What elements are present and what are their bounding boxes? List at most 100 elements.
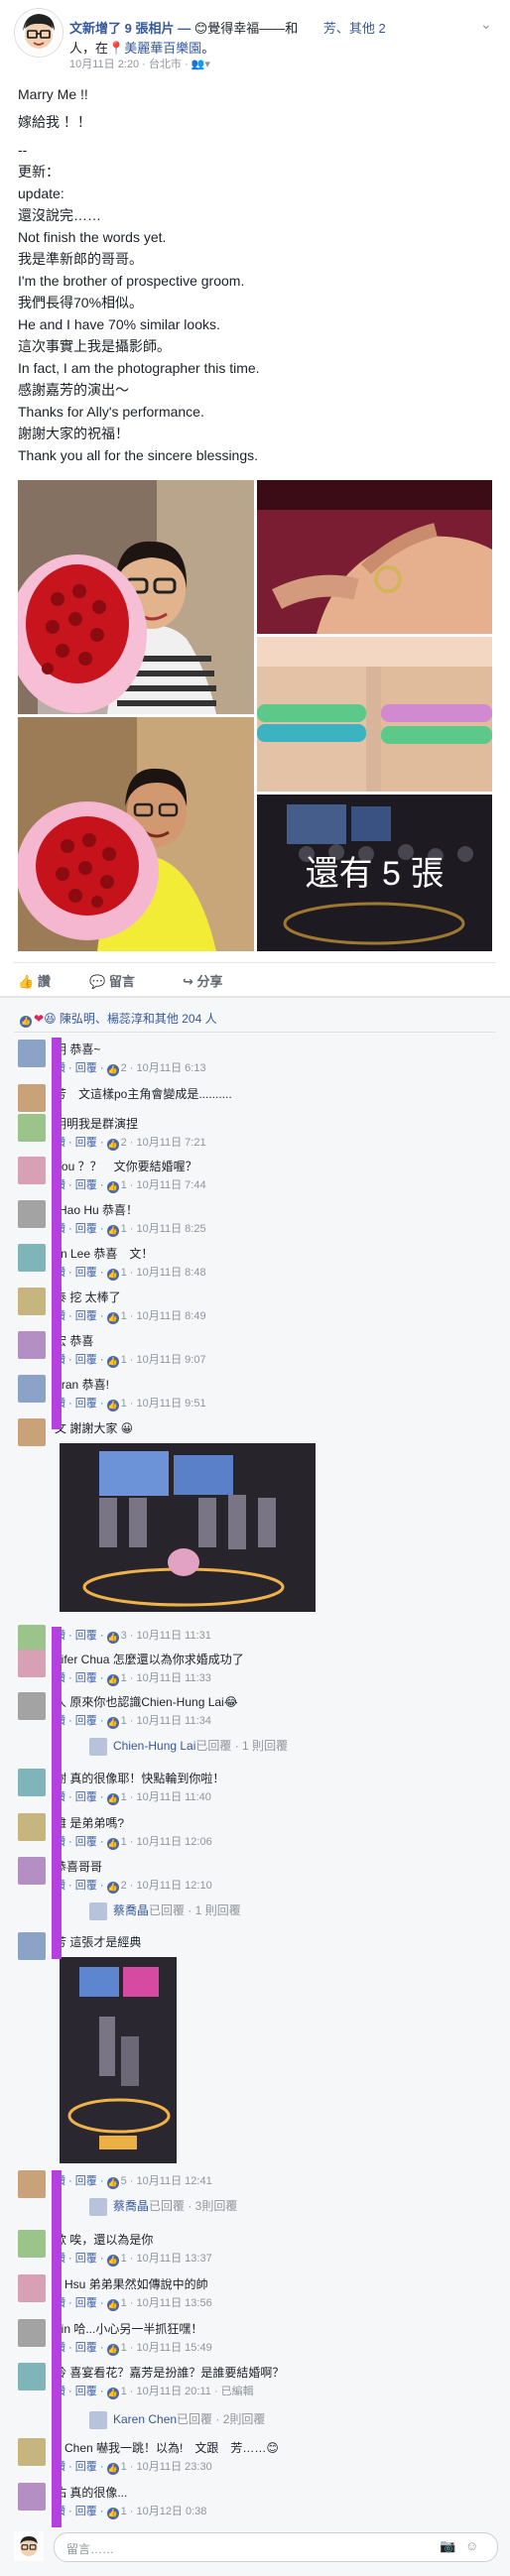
commenter-avatar[interactable] [18, 1200, 46, 1228]
comment-time[interactable]: · 10月11日 11:31 [127, 1630, 211, 1642]
commenter-avatar[interactable] [18, 1288, 46, 1315]
commenter-avatar[interactable] [18, 1692, 46, 1720]
comment-text: 佑 真的很像... [55, 2486, 128, 2500]
comment-time[interactable]: · 10月11日 23:30 [127, 2461, 212, 2473]
comment-actions[interactable]: 讚 · 回覆 · [55, 1791, 107, 1803]
commenter-avatar[interactable] [18, 1932, 46, 1960]
my-avatar[interactable] [14, 2531, 44, 2561]
commenter-avatar[interactable] [18, 2274, 46, 2302]
comment-button[interactable]: 💬 留言 [89, 971, 135, 990]
comment-actions[interactable]: 讚 · 回覆 · [55, 2297, 107, 2309]
comment-time[interactable]: · 10月11日 9:07 [127, 1354, 206, 1366]
comment-actions[interactable]: 讚 · 回覆 · [55, 1267, 107, 1279]
commenter-avatar[interactable] [18, 1650, 46, 1677]
commenter-avatar[interactable] [18, 2363, 46, 2391]
comment-time[interactable]: · 10月11日 8:49 [127, 1310, 206, 1322]
comment-time[interactable]: · 10月11日 20:11 · 已編輯 [127, 2386, 254, 2397]
comment-actions[interactable]: 讚 · 回覆 · [55, 1836, 107, 1848]
comment-time[interactable]: · 10月11日 11:33 [127, 1672, 211, 1684]
commenter-avatar[interactable] [18, 1375, 46, 1403]
comment-actions[interactable]: 讚 · 回覆 · [55, 1630, 107, 1642]
comment-actions[interactable]: 讚 · 回覆 · [55, 1880, 107, 1892]
comment-time[interactable]: · 10月12日 0:38 [127, 2506, 207, 2517]
commenter-avatar[interactable] [18, 2170, 46, 2198]
comment-actions[interactable]: 讚 · 回覆 · [55, 2175, 107, 2187]
comment-time[interactable]: · 10月11日 12:06 [127, 1836, 212, 1848]
comment-actions[interactable]: 讚 · 回覆 · [55, 1179, 107, 1191]
commenter-avatar[interactable] [18, 1418, 46, 1446]
photo-ring-hands[interactable] [257, 480, 492, 634]
commenter-avatar[interactable] [18, 2319, 46, 2347]
replies-link[interactable]: Karen Chen已回覆 · 2則回覆 [89, 2410, 265, 2429]
replies-link[interactable]: Chien-Hung Lai已回覆 · 1 則回覆 [89, 1737, 288, 1756]
comment-actions[interactable]: 讚 · 回覆 · [55, 2506, 107, 2517]
comment-actions[interactable]: 讚 · 回覆 · [55, 1398, 107, 1410]
author-name[interactable]: 文新增了 9 張相片 — [69, 21, 194, 36]
commenter-avatar[interactable] [18, 1157, 46, 1184]
commenter-avatar[interactable] [18, 1040, 46, 1067]
replies-link[interactable]: 蔡喬晶已回覆 · 1 則回覆 [89, 1901, 241, 1920]
post-line: 謝謝大家的祝福！ [18, 426, 129, 441]
comment-actions[interactable]: 讚 · 回覆 · [55, 1310, 107, 1322]
comment-time[interactable]: · 10月11日 6:13 [127, 1062, 206, 1074]
photo-man-bouquet[interactable] [18, 717, 254, 951]
commenter-avatar[interactable] [18, 1114, 46, 1142]
comment-time[interactable]: · 10月11日 7:44 [127, 1179, 206, 1191]
tagged-people[interactable]: 芳、其他 2 [323, 21, 386, 36]
comment-time[interactable]: · 10月11日 13:37 [127, 2253, 212, 2265]
reactions-summary[interactable]: 👍 ❤😆 陳弘明、楊蕊淳和其他 204 人 [20, 1010, 217, 1028]
like-count-icon: 👍 [106, 2299, 119, 2311]
like-count-icon: 👍 [106, 1717, 119, 1729]
comment-text: 恭喜哥哥 [55, 1860, 103, 1874]
commenter-avatar[interactable] [18, 1331, 46, 1359]
comment-actions[interactable]: 讚 · 回覆 · [55, 2342, 107, 2354]
comment-time[interactable]: · 10月11日 12:10 [127, 1880, 212, 1892]
comment-actions[interactable]: 讚 · 回覆 · [55, 2386, 107, 2397]
comment-time[interactable]: · 10月11日 13:56 [127, 2297, 212, 2309]
commenter-avatar[interactable] [18, 1769, 46, 1796]
comment-time[interactable]: · 10月11日 8:48 [127, 1267, 206, 1279]
comment-text: 謝 真的很像耶！快點輪到你啦！ [55, 1772, 225, 1785]
comment-actions[interactable]: 讚 · 回覆 · [55, 1672, 107, 1684]
photo-woman-bouquet[interactable] [18, 480, 254, 714]
comment-photo-proposal[interactable] [60, 1957, 177, 2163]
location-link[interactable]: 美麗華百樂園 [124, 41, 201, 56]
comment-actions[interactable]: 讚 · 回覆 · [55, 1062, 107, 1074]
commenter-avatar[interactable] [18, 1857, 46, 1885]
comment-actions[interactable]: 讚 · 回覆 · [55, 2253, 107, 2265]
commenter-avatar[interactable] [18, 2483, 46, 2511]
commenter-avatar[interactable] [18, 1813, 46, 1841]
comment-actions[interactable]: 讚 · 回覆 · [55, 1137, 107, 1149]
photo-group-more[interactable]: 還有 5 張 [257, 795, 492, 951]
friends-privacy-icon[interactable]: 👥▾ [191, 59, 210, 70]
comment-time[interactable]: · 10月11日 9:51 [127, 1398, 206, 1410]
like-button[interactable]: 👍 讚 [18, 971, 51, 990]
author-avatar[interactable] [14, 8, 64, 58]
commenter-avatar[interactable] [18, 2230, 46, 2258]
comment-actions[interactable]: 讚 · 回覆 · [55, 2461, 107, 2473]
post-options-chevron-icon[interactable]: ⌄ [480, 16, 492, 33]
comment-time[interactable]: · 10月11日 11:40 [127, 1791, 211, 1803]
more-photos-label[interactable]: 還有 5 張 [257, 846, 492, 895]
photo-wristbands[interactable] [257, 637, 492, 792]
commenter-avatar[interactable] [18, 1084, 46, 1112]
commenter-avatar[interactable] [18, 1625, 46, 1653]
comment-time[interactable]: · 10月11日 15:49 [127, 2342, 212, 2354]
comment-photo-group[interactable] [60, 1443, 316, 1612]
commenter-avatar[interactable] [18, 1244, 46, 1272]
comment-actions[interactable]: 讚 · 回覆 · [55, 1223, 107, 1235]
post-card: 文新增了 9 張相片 — 😊覺得幸福——和 芳、其他 2 人，在📍美麗華百樂園。… [0, 0, 510, 2576]
replies-link[interactable]: 蔡喬晶已回覆 · 3則回覆 [89, 2197, 237, 2216]
comment-time[interactable]: · 10月11日 7:21 [127, 1137, 206, 1149]
comment-time[interactable]: · 10月11日 12:41 [127, 2175, 212, 2187]
camera-icon[interactable]: 📷 [440, 2538, 455, 2554]
comment-time[interactable]: · 10月11日 11:34 [127, 1715, 211, 1727]
timestamp-text[interactable]: 10月11日 2:20 · 台北市 · [69, 59, 191, 70]
comment-time[interactable]: · 10月11日 8:25 [127, 1223, 206, 1235]
comment-input[interactable]: 留言…… 📷 ☺ [54, 2532, 498, 2562]
emoji-icon[interactable]: ☺ [465, 2538, 478, 2553]
comment-actions[interactable]: 讚 · 回覆 · [55, 1354, 107, 1366]
commenter-avatar[interactable] [18, 2438, 46, 2466]
share-button[interactable]: ↪ 分享 [183, 971, 223, 990]
comment-actions[interactable]: 讚 · 回覆 · [55, 1715, 107, 1727]
